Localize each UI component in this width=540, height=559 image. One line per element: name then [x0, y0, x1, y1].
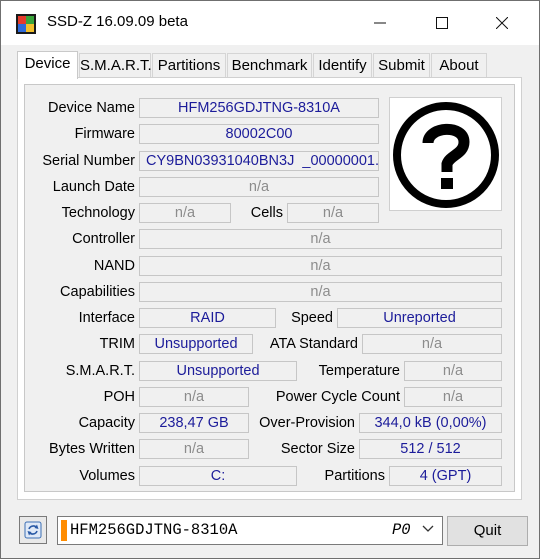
- close-icon: [496, 17, 508, 29]
- poh-label: POH: [103, 389, 135, 405]
- refresh-button[interactable]: [19, 516, 47, 544]
- serial-number-label: Serial Number: [42, 153, 135, 169]
- tab-smart[interactable]: S.M.A.R.T.: [79, 53, 152, 78]
- controller-value: n/a: [139, 229, 502, 249]
- minimize-button[interactable]: [357, 1, 403, 45]
- speed-value: Unreported: [337, 308, 502, 328]
- drive-port-label: P0: [392, 521, 411, 539]
- capabilities-value: n/a: [139, 282, 502, 302]
- tab-device[interactable]: Device: [17, 51, 78, 79]
- capacity-label: Capacity: [78, 415, 135, 431]
- device-name-label: Device Name: [47, 100, 135, 116]
- nand-value: n/a: [139, 256, 502, 276]
- volumes-value: C:: [139, 466, 297, 486]
- power-cycle-count-value: n/a: [404, 387, 502, 407]
- unknown-vendor-question-icon: [393, 102, 499, 208]
- tab-partitions[interactable]: Partitions: [152, 53, 226, 78]
- drive-select-value: HFM256GDJTNG-8310A: [70, 521, 238, 539]
- smart-label: S.M.A.R.T.: [65, 363, 135, 379]
- temperature-label: Temperature: [318, 363, 400, 379]
- app-window: SSD-Z 16.09.09 beta Device S.M.A.R.T. Pa…: [0, 0, 540, 559]
- interface-label: Interface: [78, 310, 135, 326]
- device-name-value: HFM256GDJTNG-8310A: [139, 98, 379, 118]
- capabilities-label: Capabilities: [60, 284, 135, 300]
- speed-label: Speed: [291, 310, 333, 326]
- tab-identify[interactable]: Identify: [313, 53, 372, 78]
- tab-submit[interactable]: Submit: [373, 53, 430, 78]
- ata-standard-label: ATA Standard: [269, 336, 358, 352]
- app-icon: [16, 14, 36, 34]
- launch-date-label: Launch Date: [52, 179, 135, 195]
- drive-select[interactable]: HFM256GDJTNG-8310A P0: [57, 516, 443, 545]
- chevron-down-icon: [422, 525, 434, 532]
- firmware-label: Firmware: [74, 126, 135, 142]
- tab-about[interactable]: About: [431, 53, 487, 78]
- sector-size-label: Sector Size: [280, 441, 355, 457]
- trim-value: Unsupported: [139, 334, 253, 354]
- controller-label: Controller: [72, 231, 135, 247]
- refresh-icon: [24, 521, 42, 539]
- partitions-value: 4 (GPT): [389, 466, 502, 486]
- title-bar[interactable]: SSD-Z 16.09.09 beta: [1, 1, 539, 45]
- temperature-value: n/a: [404, 361, 502, 381]
- poh-value: n/a: [139, 387, 249, 407]
- firmware-value: 80002C00: [139, 124, 379, 144]
- maximize-button[interactable]: [419, 1, 465, 45]
- over-provision-value: 344,0 kB (0,00%): [359, 413, 502, 433]
- partitions-label: Partitions: [324, 468, 385, 484]
- sector-size-value: 512 / 512: [359, 439, 502, 459]
- bytes-written-value: n/a: [139, 439, 249, 459]
- tab-benchmark[interactable]: Benchmark: [227, 53, 312, 78]
- smart-value: Unsupported: [139, 361, 297, 381]
- interface-value: RAID: [139, 308, 276, 328]
- drive-color-indicator: [61, 520, 67, 541]
- launch-date-value: n/a: [139, 177, 379, 197]
- close-button[interactable]: [479, 1, 525, 45]
- volumes-label: Volumes: [79, 468, 135, 484]
- power-cycle-count-label: Power Cycle Count: [275, 389, 400, 405]
- quit-button[interactable]: Quit: [447, 516, 528, 546]
- maximize-icon: [436, 17, 448, 29]
- cells-value: n/a: [287, 203, 379, 223]
- trim-label: TRIM: [99, 336, 135, 352]
- minimize-icon: [374, 22, 386, 24]
- bytes-written-label: Bytes Written: [49, 441, 135, 457]
- vendor-logo: [389, 97, 502, 211]
- technology-label: Technology: [61, 205, 135, 221]
- capacity-value: 238,47 GB: [139, 413, 249, 433]
- cells-label: Cells: [250, 205, 283, 221]
- serial-number-value: CY9BN03931040BN3J _00000001.: [139, 151, 379, 171]
- nand-label: NAND: [93, 258, 135, 274]
- technology-value: n/a: [139, 203, 231, 223]
- window-title: SSD-Z 16.09.09 beta: [47, 13, 188, 30]
- ata-standard-value: n/a: [362, 334, 502, 354]
- bottom-bar: HFM256GDJTNG-8310A P0 Quit: [1, 509, 539, 559]
- over-provision-label: Over-Provision: [259, 415, 355, 431]
